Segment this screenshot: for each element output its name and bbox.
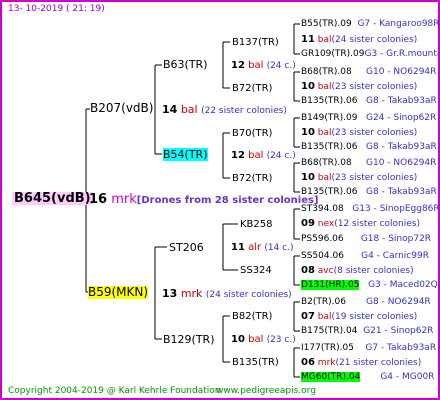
gen3-info-3: 10 bal(23 sister colonies)	[301, 127, 418, 138]
dam-node[interactable]: B59(MKN)	[88, 286, 149, 299]
gen3-node-7[interactable]: B82(TR)	[232, 310, 272, 323]
gen3-node-3[interactable]: B70(TR)	[232, 127, 272, 140]
gen4-row-7[interactable]: B68(TR).08 G10 - NO6294R	[301, 157, 436, 170]
gen3-info-1: 11 bal(24 sister colonies)	[301, 34, 418, 45]
sire-sire-info: 12 bal (24 c.)	[231, 60, 296, 71]
timestamp: 13- 10-2019 ( 21: 19)	[8, 4, 105, 14]
gen3-node-4[interactable]: B72(TR)	[232, 172, 272, 185]
gen4-row-12[interactable]: D131(HR).05 G3 - Maced02Q	[301, 279, 438, 292]
gen4-row-9[interactable]: ST394.08 G13 - SinopEgg86R	[301, 203, 438, 216]
gen3-info-8: 06 mrk(21 sister colonies)	[301, 357, 422, 368]
gen3-info-2: 10 bal(23 sister colonies)	[301, 81, 418, 92]
gen4-row-4[interactable]: B135(TR).06 G8 - Takab93aR	[301, 95, 437, 108]
gen4-row-13[interactable]: B2(TR).06 G8 - NO6294R	[301, 296, 431, 309]
copyright: Copyright 2004-2019 @ Karl Kehrle Founda…	[8, 386, 221, 396]
gen4-row-11[interactable]: SS504.06 G4 - Carnic99R	[301, 250, 429, 263]
gen4-row-6[interactable]: B135(TR).06 G8 - Takab93aR	[301, 141, 437, 154]
gen3-info-7: 07 bal(19 sister colonies)	[301, 311, 418, 322]
sire-sire-node[interactable]: B63(TR)	[163, 58, 208, 71]
gen3-info-5: 09 nex(12 sister colonies)	[301, 218, 420, 229]
dam-sire-node[interactable]: ST206	[169, 241, 204, 254]
gen3-info-6: 08 avc(8 sister colonies)	[301, 265, 414, 276]
dam-info: 13 mrk (24 sister colonies)	[162, 287, 292, 300]
gen3-node-1[interactable]: B137(TR)	[232, 36, 279, 49]
gen4-row-2[interactable]: GR109(TR).09G3 - Gr.R.mounta	[301, 48, 438, 61]
gen4-row-16[interactable]: MG60(TR).04 G4 - MG00R	[301, 371, 434, 384]
dam-dam-node[interactable]: B129(TR)	[163, 333, 215, 346]
sire-info: 14 bal (22 sister colonies)	[162, 103, 287, 116]
pedigree-frame: 13- 10-2019 ( 21: 19) Copyright 2004-201…	[0, 0, 440, 400]
gen4-row-8[interactable]: B135(TR).06 G8 - Takab93aR	[301, 186, 437, 199]
dam-sire-info: 11 alr (14 c.)	[231, 242, 294, 253]
dam-dam-info: 10 bal (23 c.)	[231, 334, 296, 345]
gen3-info-4: 10 bal(23 sister colonies)	[301, 172, 418, 183]
gen4-row-5[interactable]: B149(TR).09 G24 - Sinop62R	[301, 112, 436, 125]
gen4-row-10[interactable]: PS596.06 G18 - Sinop72R	[301, 233, 431, 246]
sire-node[interactable]: B207(vdB)	[90, 102, 153, 115]
gen3-node-5[interactable]: KB258	[240, 218, 273, 231]
queen-root[interactable]: B645(vdB)	[12, 192, 93, 205]
sire-dam-info: 12 bal (24 c.)	[231, 150, 296, 161]
website-link[interactable]: www.pedigreeapis.org	[216, 385, 316, 398]
root-info: 16 mrk[Drones from 28 sister colonies]	[89, 192, 319, 207]
gen3-node-2[interactable]: B72(TR)	[232, 82, 272, 95]
gen3-node-8[interactable]: B135(TR)	[232, 356, 279, 369]
gen4-row-3[interactable]: B68(TR).08 G10 - NO6294R	[301, 66, 436, 79]
gen4-row-15[interactable]: I177(TR).05 G7 - Takab93aR	[301, 342, 436, 355]
gen4-row-1[interactable]: B55(TR).09 G7 - Kangaroo98R	[301, 18, 438, 31]
gen3-node-6[interactable]: SS324	[240, 264, 272, 277]
sire-dam-node[interactable]: B54(TR)	[163, 148, 208, 161]
gen4-row-14[interactable]: B175(TR).04 G21 - Sinop62R	[301, 325, 433, 338]
